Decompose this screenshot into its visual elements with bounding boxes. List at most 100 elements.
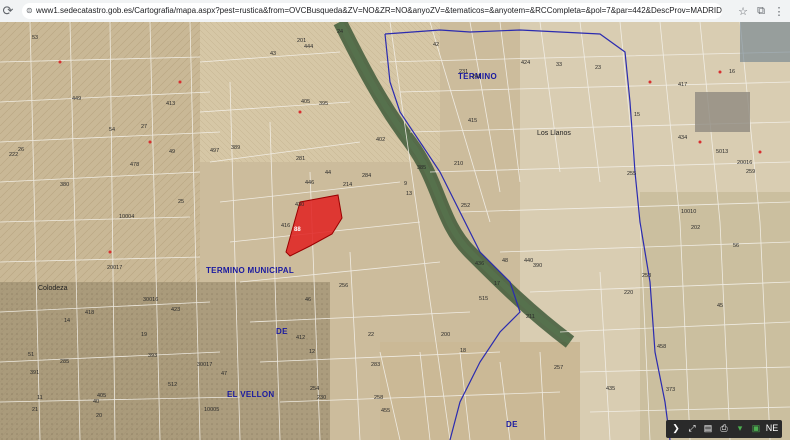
parcel-number[interactable]: 253: [642, 273, 651, 279]
parcel-number[interactable]: 47: [221, 371, 227, 377]
parcel-number[interactable]: 231: [459, 69, 468, 75]
print-icon[interactable]: ⎙: [717, 421, 731, 435]
parcel-number[interactable]: 259: [746, 169, 755, 175]
parcel-number[interactable]: 22: [368, 332, 374, 338]
parcel-number[interactable]: 33: [556, 62, 562, 68]
parcel-number[interactable]: 42: [433, 42, 439, 48]
parcel-number[interactable]: 389: [231, 145, 240, 151]
parcel-number[interactable]: 478: [130, 162, 139, 168]
parcel-number[interactable]: 13: [406, 191, 412, 197]
parcel-number[interactable]: 202: [691, 225, 700, 231]
parcel-number[interactable]: 412: [296, 335, 305, 341]
parcel-number[interactable]: 402: [376, 137, 385, 143]
parcel-number[interactable]: 285: [60, 359, 69, 365]
parcel-number[interactable]: 423: [171, 307, 180, 313]
parcel-number[interactable]: 373: [666, 387, 675, 393]
parcel-number[interactable]: 385: [417, 165, 426, 171]
parcel-number[interactable]: 23: [595, 65, 601, 71]
parcel-number[interactable]: 214: [343, 182, 352, 188]
parcel-number[interactable]: 393: [148, 353, 157, 359]
parcel-number[interactable]: 436: [475, 261, 484, 267]
parcel-number[interactable]: 10004: [119, 214, 134, 220]
parcel-number[interactable]: 440: [524, 258, 533, 264]
parcel-number[interactable]: 446: [305, 180, 314, 186]
parcel-number[interactable]: 200: [441, 332, 450, 338]
parcel-number[interactable]: 417: [678, 82, 687, 88]
parcel-number[interactable]: 51: [28, 352, 34, 358]
cadastral-map[interactable]: TERMINO MUNICIPAL DE EL VELLON TERMINO D…: [0, 22, 790, 440]
parcel-number[interactable]: 16: [729, 69, 735, 75]
parcel-number[interactable]: 10005: [204, 407, 219, 413]
parcel-number[interactable]: 512: [168, 382, 177, 388]
parcel-number[interactable]: 21: [32, 407, 38, 413]
parcel-number[interactable]: 256: [339, 283, 348, 289]
parcel-number[interactable]: 54: [109, 127, 115, 133]
parcel-number[interactable]: 30016: [143, 297, 158, 303]
parcel-number[interactable]: 252: [461, 203, 470, 209]
parcel-number[interactable]: 9: [404, 181, 407, 187]
lock-icon[interactable]: ▣: [749, 421, 763, 435]
parcel-number[interactable]: 40: [93, 399, 99, 405]
parcel-number[interactable]: 390: [533, 263, 542, 269]
parcel-number[interactable]: 515: [479, 296, 488, 302]
menu-icon[interactable]: ⋮: [772, 5, 786, 18]
parcel-number[interactable]: 435: [606, 386, 615, 392]
parcel-number[interactable]: 12: [309, 349, 315, 355]
parcel-number[interactable]: 405: [301, 99, 310, 105]
parcel-number[interactable]: 257: [554, 365, 563, 371]
parcel-number[interactable]: 430: [295, 202, 304, 208]
bookmark-icon[interactable]: ☆: [736, 5, 750, 18]
parcel-number[interactable]: 11: [37, 395, 43, 401]
parcel-number[interactable]: 283: [371, 362, 380, 368]
parcel-number[interactable]: 18: [460, 348, 466, 354]
layers-icon[interactable]: ▤: [701, 421, 715, 435]
parcel-number[interactable]: 24: [337, 29, 343, 35]
parcel-number[interactable]: 416: [281, 223, 290, 229]
parcel-number[interactable]: 424: [521, 60, 530, 66]
parcel-number[interactable]: 201: [297, 38, 306, 44]
parcel-number[interactable]: 48: [502, 258, 508, 264]
extensions-icon[interactable]: ⧉: [754, 5, 768, 18]
parcel-number[interactable]: 20: [96, 413, 102, 419]
parcel-number[interactable]: 210: [454, 161, 463, 167]
parcel-number[interactable]: 281: [296, 156, 305, 162]
parcel-number[interactable]: 241: [472, 74, 481, 80]
parcel-number[interactable]: 220: [624, 290, 633, 296]
parcel-number[interactable]: 56: [733, 243, 739, 249]
parcel-number[interactable]: 44: [325, 170, 331, 176]
ne-icon[interactable]: NE: [765, 421, 779, 435]
parcel-number[interactable]: 434: [678, 135, 687, 141]
parcel-number[interactable]: 380: [60, 182, 69, 188]
parcel-number[interactable]: 415: [468, 118, 477, 124]
parcel-number[interactable]: 222: [9, 152, 18, 158]
parcel-number[interactable]: 43: [270, 51, 276, 57]
parcel-number[interactable]: 19: [141, 332, 147, 338]
parcel-number[interactable]: 45: [717, 303, 723, 309]
parcel-number[interactable]: 413: [166, 101, 175, 107]
parcel-number[interactable]: 53: [32, 35, 38, 41]
parcel-number[interactable]: 395: [319, 101, 328, 107]
parcel-number[interactable]: 15: [634, 112, 640, 118]
parcel-number[interactable]: 14: [64, 318, 70, 324]
parcel-number[interactable]: 255: [627, 171, 636, 177]
parcel-number[interactable]: 49: [169, 149, 175, 155]
parcel-number[interactable]: 391: [30, 370, 39, 376]
parcel-number[interactable]: 211: [526, 314, 535, 320]
parcel-number[interactable]: 20016: [737, 160, 752, 166]
expand-icon[interactable]: ⤢: [685, 421, 699, 435]
parcel-number[interactable]: 284: [362, 173, 371, 179]
address-bar[interactable]: ⊜ www1.sedecatastro.gob.es/Cartografia/m…: [22, 3, 722, 19]
parcel-number[interactable]: 20017: [107, 265, 122, 271]
parcel-number[interactable]: 10010: [681, 209, 696, 215]
parcel-88-label[interactable]: 88: [294, 227, 301, 233]
parcel-number[interactable]: 444: [304, 44, 313, 50]
arrow-right-icon[interactable]: ❯: [669, 421, 683, 435]
parcel-number[interactable]: 17: [494, 281, 500, 287]
parcel-number[interactable]: 46: [305, 297, 311, 303]
parcel-number[interactable]: 25: [178, 199, 184, 205]
parcel-number[interactable]: 254: [310, 386, 319, 392]
parcel-number[interactable]: 258: [374, 395, 383, 401]
parcel-number[interactable]: 30017: [197, 362, 212, 368]
parcel-number[interactable]: 458: [657, 344, 666, 350]
parcel-number[interactable]: 27: [141, 124, 147, 130]
